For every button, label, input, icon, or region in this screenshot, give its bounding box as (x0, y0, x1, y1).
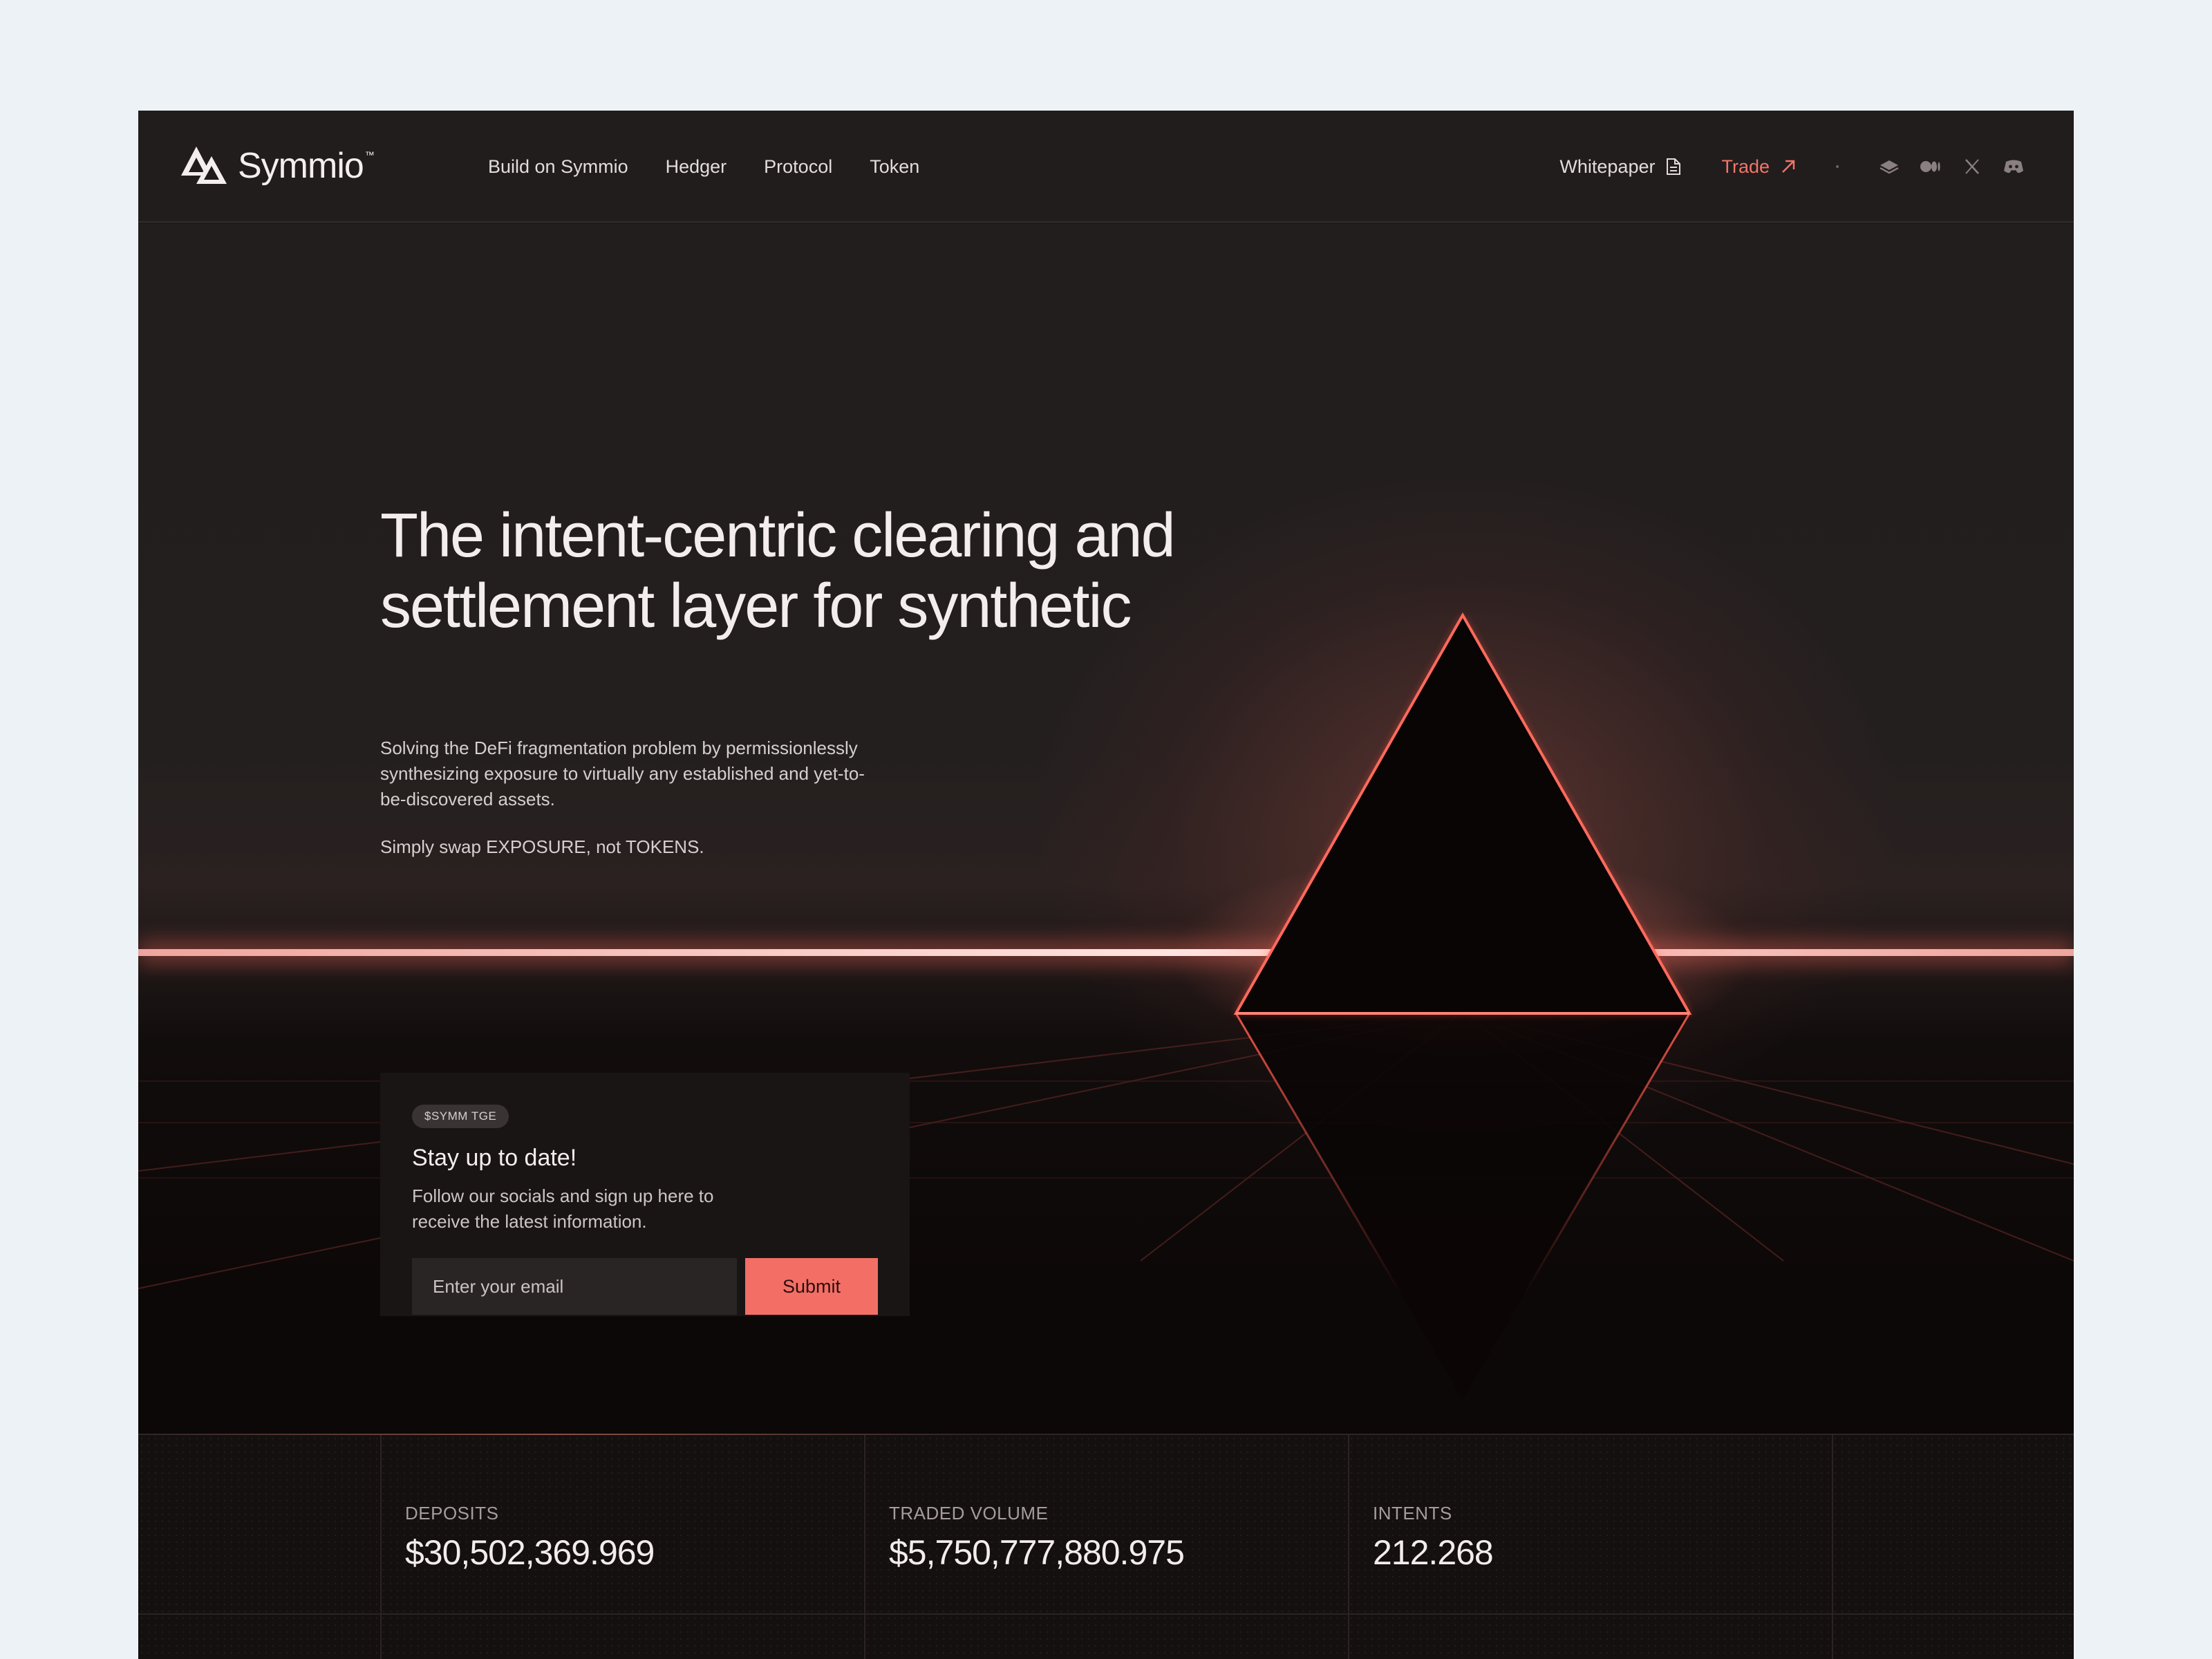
nav-link-hedger[interactable]: Hedger (666, 156, 727, 178)
pyramid-reflection (1235, 1013, 1691, 1399)
divider (1832, 1435, 1833, 1659)
divider (380, 1435, 382, 1659)
stats-section: DEPOSITS $30,502,369.969 TRADED VOLUME $… (138, 1434, 2074, 1659)
nav-link-build-on-symmio[interactable]: Build on Symmio (488, 156, 628, 178)
hero-section: The intent-centric clearing and settleme… (138, 224, 2074, 1544)
signup-title: Stay up to date! (412, 1145, 577, 1171)
x-icon[interactable] (1962, 156, 1983, 177)
stat-value: $30,502,369.969 (405, 1533, 655, 1572)
brand-name: Symmio (238, 146, 364, 186)
email-input[interactable] (412, 1258, 737, 1315)
divider (864, 1435, 865, 1659)
pyramid (1233, 612, 1692, 1015)
social-links (1879, 156, 2024, 177)
hero-description: Solving the DeFi fragmentation problem b… (380, 738, 865, 809)
stat-label: TRADED VOLUME (889, 1503, 1049, 1524)
trade-link[interactable]: Trade (1721, 156, 1796, 178)
trademark-symbol: ™ (364, 149, 375, 160)
whitepaper-label: Whitepaper (1559, 156, 1656, 177)
divider (1348, 1435, 1349, 1659)
tge-badge: $SYMM TGE (412, 1105, 509, 1128)
stat-value: $5,750,777,880.975 (889, 1533, 1185, 1572)
hero-headline: The intent-centric clearing and settleme… (380, 501, 1176, 641)
hero-illustration (138, 612, 2074, 1399)
stat-label: DEPOSITS (405, 1503, 499, 1524)
stat-label: INTENTS (1373, 1503, 1452, 1524)
symmio-logo-icon (181, 147, 227, 184)
signup-card: $SYMM TGE Stay up to date! Follow our so… (380, 1073, 910, 1316)
separator-dot (1836, 165, 1839, 168)
hero-tagline: Simply swap EXPOSURE, not TOKENS. (380, 836, 704, 857)
top-navigation: Symmio ™ Build on Symmio Hedger Protocol… (138, 111, 2074, 223)
page-frame: Symmio ™ Build on Symmio Hedger Protocol… (138, 111, 2074, 1659)
nav-right: Whitepaper Trade (1559, 111, 2024, 223)
divider (138, 1613, 2074, 1615)
nav-links: Build on Symmio Hedger Protocol Token (488, 111, 919, 223)
gitbook-icon[interactable] (1879, 156, 1900, 177)
document-icon (1667, 158, 1681, 175)
signup-text: Follow our socials and sign up here to r… (412, 1185, 714, 1232)
submit-button[interactable]: Submit (745, 1258, 878, 1315)
nav-link-token[interactable]: Token (870, 156, 919, 178)
whitepaper-link[interactable]: Whitepaper (1559, 156, 1681, 178)
arrow-up-right-icon (1782, 160, 1795, 173)
nav-link-protocol[interactable]: Protocol (764, 156, 832, 178)
brand-logo[interactable]: Symmio ™ (181, 145, 375, 187)
stat-intents: INTENTS 212.268 (1373, 1503, 1494, 1573)
stat-deposits: DEPOSITS $30,502,369.969 (405, 1503, 655, 1573)
stat-value: 212.268 (1373, 1533, 1494, 1572)
stat-traded-volume: TRADED VOLUME $5,750,777,880.975 (889, 1503, 1185, 1573)
stats-accent-line (138, 1434, 968, 1435)
discord-icon[interactable] (2003, 156, 2024, 177)
medium-icon[interactable] (1920, 156, 1941, 177)
trade-label: Trade (1721, 156, 1770, 177)
